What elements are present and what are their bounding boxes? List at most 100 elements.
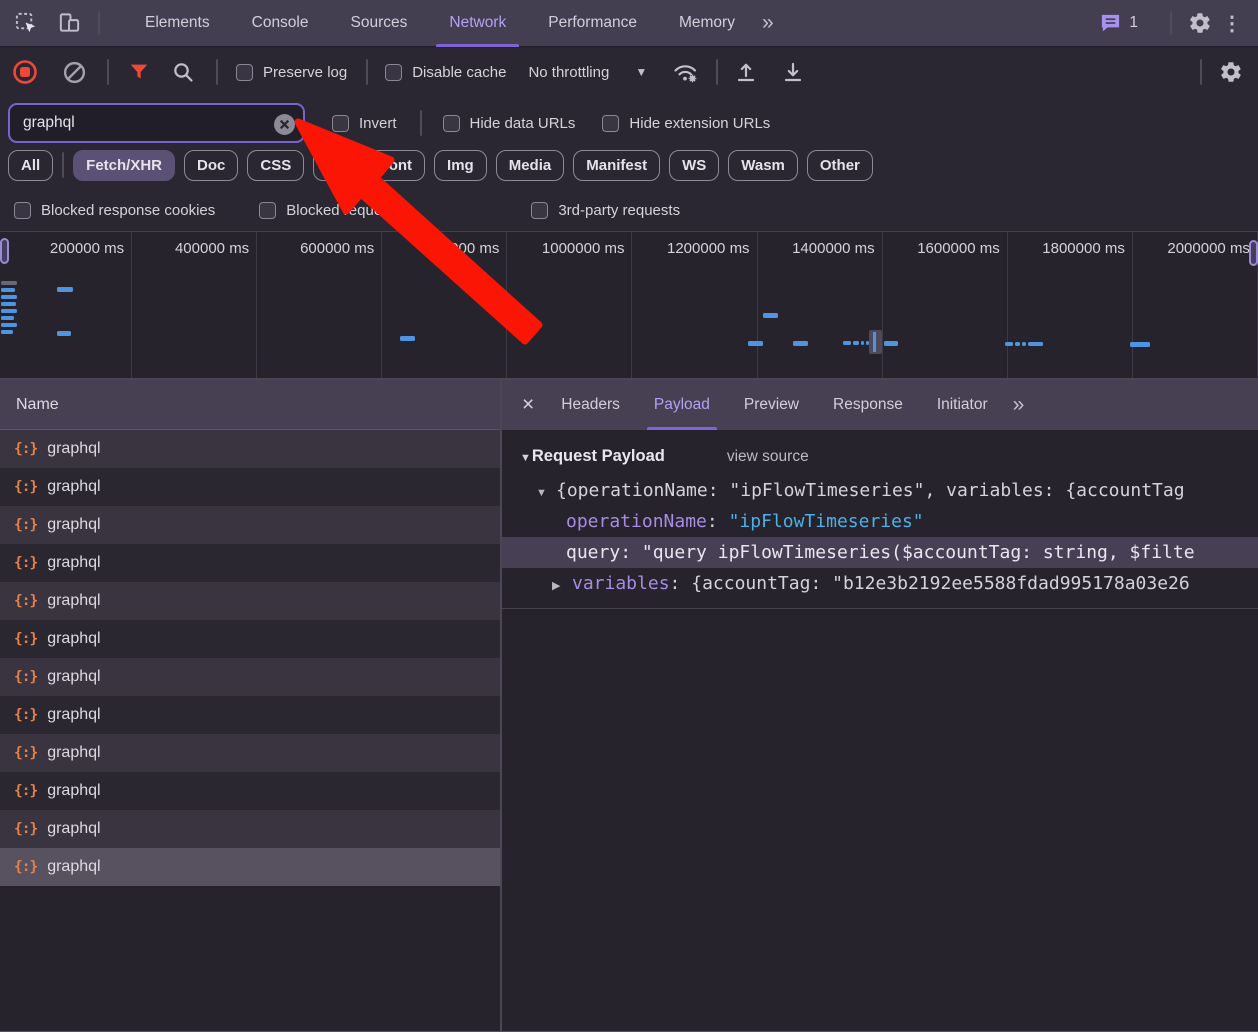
filter-chip-wasm[interactable]: Wasm — [728, 150, 798, 181]
filter-funnel-icon[interactable] — [128, 61, 150, 83]
filter-input[interactable] — [10, 114, 303, 132]
tab-elements[interactable]: Elements — [124, 0, 231, 47]
inspect-element-icon[interactable] — [14, 11, 39, 36]
hide-data-urls-label: Hide data URLs — [470, 115, 576, 132]
throttling-select[interactable]: No throttling ▼ — [528, 64, 647, 81]
table-row[interactable]: {:}graphql — [0, 430, 500, 468]
table-row[interactable]: {:}graphql — [0, 734, 500, 772]
detail-tab-response[interactable]: Response — [816, 380, 920, 430]
collapse-caret-icon[interactable]: ▼ — [520, 452, 531, 464]
detail-tab-headers[interactable]: Headers — [544, 380, 637, 430]
fetch-xhr-icon: {:} — [14, 783, 37, 799]
request-name: graphql — [47, 630, 100, 648]
blocked-response-cookies-checkbox[interactable]: Blocked response cookies — [14, 202, 215, 219]
tab-performance[interactable]: Performance — [527, 0, 658, 47]
filter-chip-fetch-xhr[interactable]: Fetch/XHR — [73, 150, 175, 181]
divider — [366, 59, 368, 85]
tab-network[interactable]: Network — [428, 0, 527, 47]
clear-filter-icon[interactable] — [273, 113, 296, 136]
waterfall-bar — [400, 336, 415, 341]
checkbox[interactable] — [602, 115, 619, 132]
hide-extension-urls-checkbox[interactable]: Hide extension URLs — [602, 115, 770, 132]
table-row[interactable]: {:}graphql — [0, 848, 500, 886]
payload-line[interactable]: ▼{operationName: "ipFlowTimeseries", var… — [502, 475, 1258, 506]
kebab-menu-icon[interactable]: ⋮ — [1222, 11, 1242, 36]
table-row[interactable]: {:}graphql — [0, 582, 500, 620]
pane-divider[interactable] — [500, 380, 502, 1031]
filter-chip-img[interactable]: Img — [434, 150, 487, 181]
export-har-icon[interactable] — [781, 60, 805, 84]
tree-caret-icon[interactable]: ▼ — [536, 478, 556, 506]
checkbox[interactable] — [385, 64, 402, 81]
detail-tab-preview[interactable]: Preview — [727, 380, 816, 430]
overview-scroll-handle-left[interactable] — [0, 238, 9, 264]
detail-tab-initiator[interactable]: Initiator — [920, 380, 1005, 430]
clear-network-log-button[interactable] — [62, 60, 87, 85]
filter-chip-js[interactable]: JS — [313, 150, 357, 181]
more-detail-tabs-icon[interactable]: » — [1013, 393, 1023, 417]
preserve-log-checkbox[interactable]: Preserve log — [236, 64, 347, 81]
waterfall-bar — [1005, 342, 1013, 346]
filter-chip-font[interactable]: Font — [367, 150, 425, 181]
checkbox[interactable] — [443, 115, 460, 132]
filter-chip-manifest[interactable]: Manifest — [573, 150, 660, 181]
payload-line[interactable]: ▶variables: {accountTag: "b12e3b2192ee55… — [502, 568, 1258, 599]
disable-cache-checkbox[interactable]: Disable cache — [385, 64, 506, 81]
blocked-requests-checkbox[interactable]: Blocked requests — [259, 202, 401, 219]
checkbox[interactable] — [332, 115, 349, 132]
network-overview-timeline[interactable]: 200000 ms400000 ms600000 ms800000 ms1000… — [0, 232, 1258, 380]
close-icon[interactable]: × — [522, 393, 534, 417]
settings-gear-icon[interactable] — [1188, 11, 1212, 35]
checkbox[interactable] — [259, 202, 276, 219]
hide-data-urls-checkbox[interactable]: Hide data URLs — [443, 115, 576, 132]
filter-chip-ws[interactable]: WS — [669, 150, 719, 181]
invert-checkbox[interactable]: Invert — [332, 115, 397, 132]
timeline-tick-label: 1600000 ms — [917, 240, 1000, 257]
network-settings-gear-icon[interactable] — [1219, 60, 1243, 84]
more-panels-icon[interactable]: » — [762, 11, 772, 35]
table-row[interactable]: {:}graphql — [0, 658, 500, 696]
fetch-xhr-icon: {:} — [14, 707, 37, 723]
table-row[interactable]: {:}graphql — [0, 506, 500, 544]
table-row[interactable]: {:}graphql — [0, 810, 500, 848]
fetch-xhr-icon: {:} — [14, 859, 37, 875]
checkbox[interactable] — [236, 64, 253, 81]
tab-console[interactable]: Console — [231, 0, 330, 47]
filter-chip-doc[interactable]: Doc — [184, 150, 238, 181]
waterfall-bar — [1, 309, 17, 313]
table-row[interactable]: {:} graphql — [0, 696, 500, 734]
view-source-link[interactable]: view source — [727, 448, 809, 466]
payload-string: "ipFlowTimeseries" — [729, 511, 924, 532]
filter-chip-other[interactable]: Other — [807, 150, 873, 181]
third-party-requests-checkbox[interactable]: 3rd-party requests — [531, 202, 680, 219]
filter-chip-media[interactable]: Media — [496, 150, 565, 181]
table-row[interactable]: {:}graphql — [0, 772, 500, 810]
checkbox[interactable] — [14, 202, 31, 219]
payload-key: operationName — [566, 511, 707, 532]
fetch-xhr-icon: {:} — [14, 631, 37, 647]
overview-scroll-handle-right[interactable] — [1249, 240, 1258, 266]
checkbox[interactable] — [531, 202, 548, 219]
filter-chip-all[interactable]: All — [8, 150, 53, 181]
table-row[interactable]: {:}graphql — [0, 544, 500, 582]
device-toolbar-icon[interactable] — [57, 11, 82, 36]
payload-line[interactable]: operationName: "ipFlowTimeseries" — [502, 506, 1258, 537]
timeline-tick-label: 1000000 ms — [542, 240, 625, 257]
tree-caret-icon[interactable]: ▶ — [552, 571, 572, 599]
tab-sources[interactable]: Sources — [330, 0, 429, 47]
issues-counter[interactable]: 1 — [1099, 13, 1138, 34]
request-name: graphql — [47, 706, 100, 724]
search-icon[interactable] — [171, 60, 195, 84]
payload-line[interactable]: query: "query ipFlowTimeseries($accountT… — [502, 537, 1258, 568]
tab-memory[interactable]: Memory — [658, 0, 756, 47]
timeline-tick-label: 200000 ms — [50, 240, 124, 257]
name-column-header[interactable]: Name — [0, 380, 500, 430]
table-row[interactable]: {:}graphql — [0, 468, 500, 506]
table-row[interactable]: {:} graphql — [0, 620, 500, 658]
network-conditions-icon[interactable] — [672, 60, 699, 84]
record-network-log-button[interactable] — [12, 59, 38, 85]
filter-chip-css[interactable]: CSS — [247, 150, 304, 181]
divider — [107, 59, 109, 85]
detail-tab-payload[interactable]: Payload — [637, 380, 727, 430]
import-har-icon[interactable] — [734, 60, 758, 84]
